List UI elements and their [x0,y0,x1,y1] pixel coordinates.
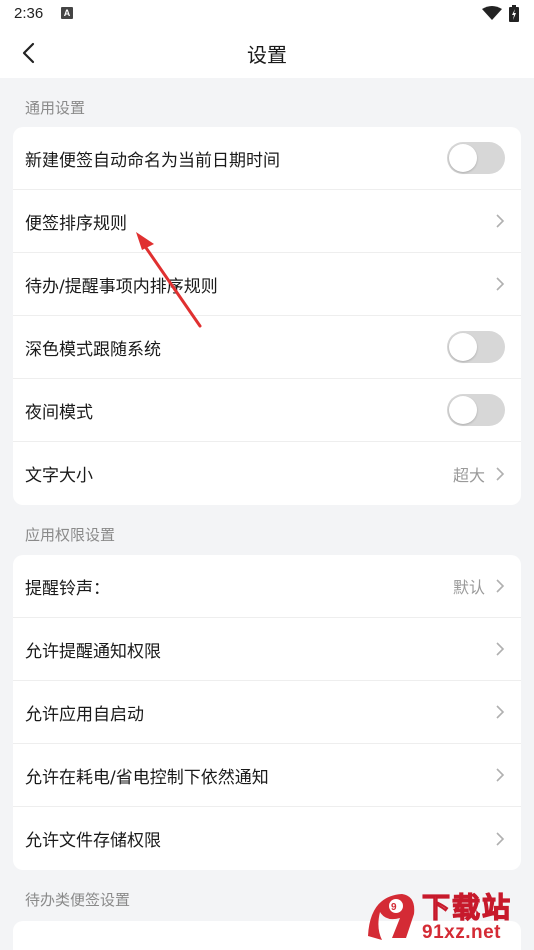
page-title: 设置 [247,43,287,67]
general-settings-card: 新建便签自动命名为当前日期时间 便签排序规则 待办/提醒事项内排序规则 深色模式… [13,127,521,505]
setting-row-storage-permission[interactable]: 允许文件存储权限 [13,807,521,870]
section-title-todo: 待办类便签设置 [25,891,131,909]
setting-row-night-mode[interactable]: 夜间模式 [13,379,521,442]
section-title-permissions: 应用权限设置 [25,526,116,544]
toggle-knob [449,396,477,424]
setting-row-font-size[interactable]: 文字大小 超大 [13,442,521,505]
permission-settings-card: 提醒铃声： 默认 允许提醒通知权限 允许应用自启动 允许在耗电/省电控制下依然通… [13,555,521,870]
setting-label: 提醒铃声： [25,578,110,599]
watermark-title: 下载站 [421,890,513,924]
setting-label: 待办/提醒事项内排序规则 [25,276,218,297]
chevron-right-icon [496,642,505,656]
setting-row-autostart[interactable]: 允许应用自启动 [13,681,521,744]
chevron-right-icon [496,466,505,481]
toggle-knob [449,144,477,172]
chevron-right-icon [496,768,505,782]
ringtone-value: 默认 [452,578,485,597]
setting-label: 允许应用自启动 [25,704,144,725]
svg-text:9: 9 [391,902,397,913]
setting-label: 新建便签自动命名为当前日期时间 [25,150,280,171]
chevron-right-icon [496,705,505,719]
setting-label: 允许在耗电/省电控制下依然通知 [25,767,269,788]
status-bar: 2:36 A [0,0,534,28]
todo-settings-card [13,921,521,950]
setting-label: 文字大小 [25,466,93,486]
setting-row-note-sort[interactable]: 便签排序规则 [13,190,521,253]
app-header: 设置 [0,28,534,78]
notification-a-icon: A [61,7,73,19]
chevron-right-icon [496,579,505,593]
setting-label: 夜间模式 [25,402,93,423]
night-mode-toggle[interactable] [447,394,505,426]
setting-label: 便签排序规则 [25,213,127,234]
toggle-knob [449,333,477,361]
setting-row-battery-notify[interactable]: 允许在耗电/省电控制下依然通知 [13,744,521,807]
wifi-icon [482,6,502,20]
chevron-right-icon [496,277,505,291]
section-title-general: 通用设置 [25,99,86,117]
battery-icon [509,5,519,22]
setting-row-notification-permission[interactable]: 允许提醒通知权限 [13,618,521,681]
setting-row-ringtone[interactable]: 提醒铃声： 默认 [13,555,521,618]
setting-label: 深色模式跟随系统 [25,339,161,360]
font-size-value: 超大 [452,465,485,485]
dark-follow-system-toggle[interactable] [447,331,505,363]
setting-row-auto-name[interactable]: 新建便签自动命名为当前日期时间 [13,127,521,190]
setting-row-todo-sort[interactable]: 待办/提醒事项内排序规则 [13,253,521,316]
chevron-right-icon [496,214,505,228]
setting-label: 允许文件存储权限 [25,831,161,851]
status-time: 2:36 [14,5,44,22]
setting-row-dark-follow-system[interactable]: 深色模式跟随系统 [13,316,521,379]
auto-name-toggle[interactable] [447,142,505,174]
setting-label: 允许提醒通知权限 [25,641,161,662]
chevron-right-icon [496,831,505,846]
